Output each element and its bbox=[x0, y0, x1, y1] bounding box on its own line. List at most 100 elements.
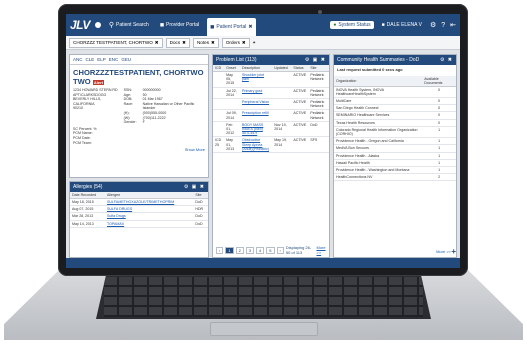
patient-portal-tab[interactable]: ■ Patient Portal ✖ bbox=[207, 18, 256, 36]
cell: 1 bbox=[422, 152, 456, 160]
next-page-icon[interactable]: › bbox=[276, 246, 284, 254]
patient-tabs-bar: CHORZZZ TESTPATIENT, CHORTWO ✖ Docs ✖ Note… bbox=[66, 36, 460, 50]
cell: Providence Health - Alaska bbox=[334, 152, 423, 160]
cell: 0 bbox=[422, 86, 456, 99]
panel-controls[interactable]: ⚙ ✖ bbox=[440, 57, 453, 63]
app-topbar: JLV ⚲ Patient Search ■ Provider Portal ■ Pa… bbox=[66, 14, 460, 36]
table-row[interactable]: San Diego Health Connect 0 bbox=[334, 104, 456, 113]
close-icon[interactable]: ✖ bbox=[242, 40, 246, 46]
system-status-button[interactable]: ● System Status bbox=[330, 21, 374, 29]
community-summaries-panel: Community Health Summaries - DoD ⚙ ✖ Last… bbox=[333, 54, 457, 258]
cell[interactable]: Sulfa Drugs bbox=[104, 212, 194, 221]
cell[interactable]: TOPAMAX bbox=[104, 220, 194, 228]
cell[interactable]: Shoulder joint pain bbox=[240, 71, 273, 88]
cell: Aug 07, 2015 bbox=[70, 205, 105, 214]
table-row[interactable]: MultiCare 0 bbox=[334, 97, 456, 106]
cell bbox=[213, 121, 225, 138]
cell[interactable]: BODY MASS INDEX (BMI) 40.0-44.9 bbox=[240, 121, 273, 138]
table-row[interactable]: Peripheral Vision ACTIVE Pediatric Network bbox=[213, 98, 329, 111]
table-row[interactable]: MedVA Bon Secours 1 bbox=[334, 144, 456, 153]
cell: Hawaii Pacific Health bbox=[334, 159, 423, 168]
cell[interactable]: Primary gout bbox=[240, 87, 273, 100]
table-row[interactable]: May 05, 2015 Shoulder joint pain ACTIVE Ped… bbox=[213, 71, 329, 88]
close-icon[interactable]: ✖ bbox=[155, 40, 159, 46]
cell: ACTIVE bbox=[291, 71, 309, 88]
tab-patient[interactable]: CHORZZZ TESTPATIENT, CHORTWO ✖ bbox=[69, 37, 163, 48]
cell[interactable]: Peripheral Vision bbox=[240, 98, 273, 111]
cell: SEMINARIO Healthcare Services bbox=[334, 111, 423, 120]
table-row[interactable]: INOVA Health System, INOVA HealthcareHea… bbox=[334, 86, 456, 99]
page-3[interactable]: 3 bbox=[245, 246, 255, 254]
tab-label: Docs bbox=[169, 39, 181, 45]
allergies-table: Date Recorded Allergen Site May 18, 2015 SU… bbox=[70, 192, 208, 228]
table-row[interactable]: Colorado Regional Health Information Org… bbox=[334, 126, 456, 139]
table-row[interactable]: Jul 09, 2014 Prescription refill ACTIVE Ped… bbox=[213, 109, 329, 122]
table-row[interactable]: ICD 25 May 01, 2013 Obstructive Sleep Apne… bbox=[213, 136, 329, 154]
cell: 2 bbox=[422, 173, 456, 182]
cell bbox=[272, 109, 292, 122]
table-row[interactable]: Aug 07, 2015 SULFA DRUGS HDR bbox=[70, 205, 208, 214]
gear-icon[interactable]: ⚙ bbox=[430, 21, 436, 29]
tab-enc[interactable]: ENC bbox=[109, 57, 119, 62]
page-5[interactable]: 5 bbox=[266, 246, 275, 254]
table-row[interactable]: May 14, 2013 TOPAMAX DoD bbox=[70, 220, 208, 228]
col-organization[interactable]: Organization bbox=[334, 75, 423, 87]
tab-docs[interactable]: Docs ✖ bbox=[165, 37, 190, 48]
tab-elp[interactable]: ELP bbox=[97, 57, 106, 62]
table-row[interactable]: Providence Health - Alaska 1 bbox=[334, 152, 456, 160]
alert-badge[interactable]: Alert bbox=[92, 80, 104, 85]
table-row[interactable]: Feb 01, 2012 BODY MASS INDEX (BMI) 40.0-4… bbox=[213, 121, 329, 138]
close-icon[interactable]: ✖ bbox=[248, 24, 252, 30]
cell[interactable]: Obstructive Sleep Apnea (Adult)(Pediatri… bbox=[240, 136, 273, 154]
patient-address: 1234 HOWARD STERN RD APT/CLARKSDOGG BEVE… bbox=[73, 88, 118, 111]
tab-orders[interactable]: Orders ✖ bbox=[221, 37, 250, 48]
cell[interactable]: Prescription refill bbox=[240, 109, 273, 122]
tab-cle[interactable]: CLE bbox=[86, 57, 95, 62]
summaries-title: Community Health Summaries - DoD bbox=[337, 57, 420, 63]
screen: JLV ⚲ Patient Search ■ Provider Portal ■ Pa… bbox=[66, 14, 460, 268]
cell bbox=[224, 98, 241, 111]
table-row[interactable]: Jul 22, 2014 Primary gout ACTIVE Pediatric … bbox=[213, 87, 329, 100]
panel-controls[interactable]: ⚙ ▣ ✖ bbox=[305, 57, 326, 63]
user-icon: ■ bbox=[210, 23, 215, 31]
table-row[interactable]: Providence Health - Oregon and Californi… bbox=[334, 137, 456, 146]
prev-page-icon[interactable]: ‹ bbox=[216, 246, 224, 254]
close-icon[interactable]: ✖ bbox=[211, 40, 215, 46]
cell: 1 bbox=[422, 126, 456, 139]
cell[interactable]: SULFA DRUGS bbox=[104, 205, 194, 214]
col-available-documents[interactable]: Available Documents bbox=[422, 75, 456, 87]
table-row[interactable]: Hawaii Pacific Health 1 bbox=[334, 159, 456, 168]
page-2[interactable]: 2 bbox=[235, 246, 244, 254]
cell: DoD bbox=[308, 121, 329, 138]
table-row[interactable]: May 18, 2015 SULFAMETHOXAZOLE/TRIMETHOPRI… bbox=[70, 198, 208, 207]
add-widget-icon[interactable]: + bbox=[451, 247, 456, 256]
tab-anc[interactable]: ANC bbox=[73, 57, 83, 62]
user-menu[interactable]: ■ DALE ELENA V bbox=[379, 20, 425, 30]
provider-portal-button[interactable]: ■ Provider Portal bbox=[157, 20, 202, 31]
panel-controls[interactable]: ⚙ ▣ ✖ bbox=[184, 184, 205, 190]
show-more-link[interactable]: Show More bbox=[70, 146, 208, 153]
cell: ACTIVE bbox=[291, 109, 309, 122]
cell: Feb 01, 2012 bbox=[224, 121, 241, 138]
table-row[interactable]: HealthConnections NV 2 bbox=[334, 173, 456, 182]
close-icon[interactable]: ✖ bbox=[182, 40, 186, 46]
tab-label: CHORZZZ TESTPATIENT, CHORTWO bbox=[73, 39, 153, 45]
table-row[interactable]: Texas Health Resources 0 bbox=[334, 119, 456, 127]
tab-geu[interactable]: GEU bbox=[121, 57, 131, 62]
nav-label: Patient Search bbox=[116, 22, 149, 28]
page-4[interactable]: 4 bbox=[256, 246, 265, 254]
patient-search-button[interactable]: ⚲ Patient Search bbox=[106, 19, 152, 31]
cell[interactable]: SULFAMETHOXAZOLE/TRIMETHOPRIM bbox=[104, 198, 194, 207]
table-row[interactable]: Mar 28, 2013 Sulfa Drugs DoD bbox=[70, 212, 208, 221]
tab-notes[interactable]: Notes ✖ bbox=[192, 37, 219, 48]
help-icon[interactable]: ? bbox=[441, 22, 445, 29]
allergies-title: Allergies (54) bbox=[73, 184, 103, 190]
page-1[interactable]: 1 bbox=[225, 246, 234, 254]
table-row[interactable]: SEMINARIO Healthcare Services 0 bbox=[334, 111, 456, 120]
table-row[interactable]: Providence Health - Washington and Monta… bbox=[334, 166, 456, 175]
last-request: Last request submitted 0 secs ago bbox=[337, 67, 403, 72]
more-link[interactable]: More >> bbox=[316, 245, 326, 255]
logout-icon[interactable]: ⇤ bbox=[450, 21, 456, 29]
add-tab-icon[interactable]: + bbox=[253, 40, 256, 45]
cell: MultiCare bbox=[334, 97, 423, 106]
